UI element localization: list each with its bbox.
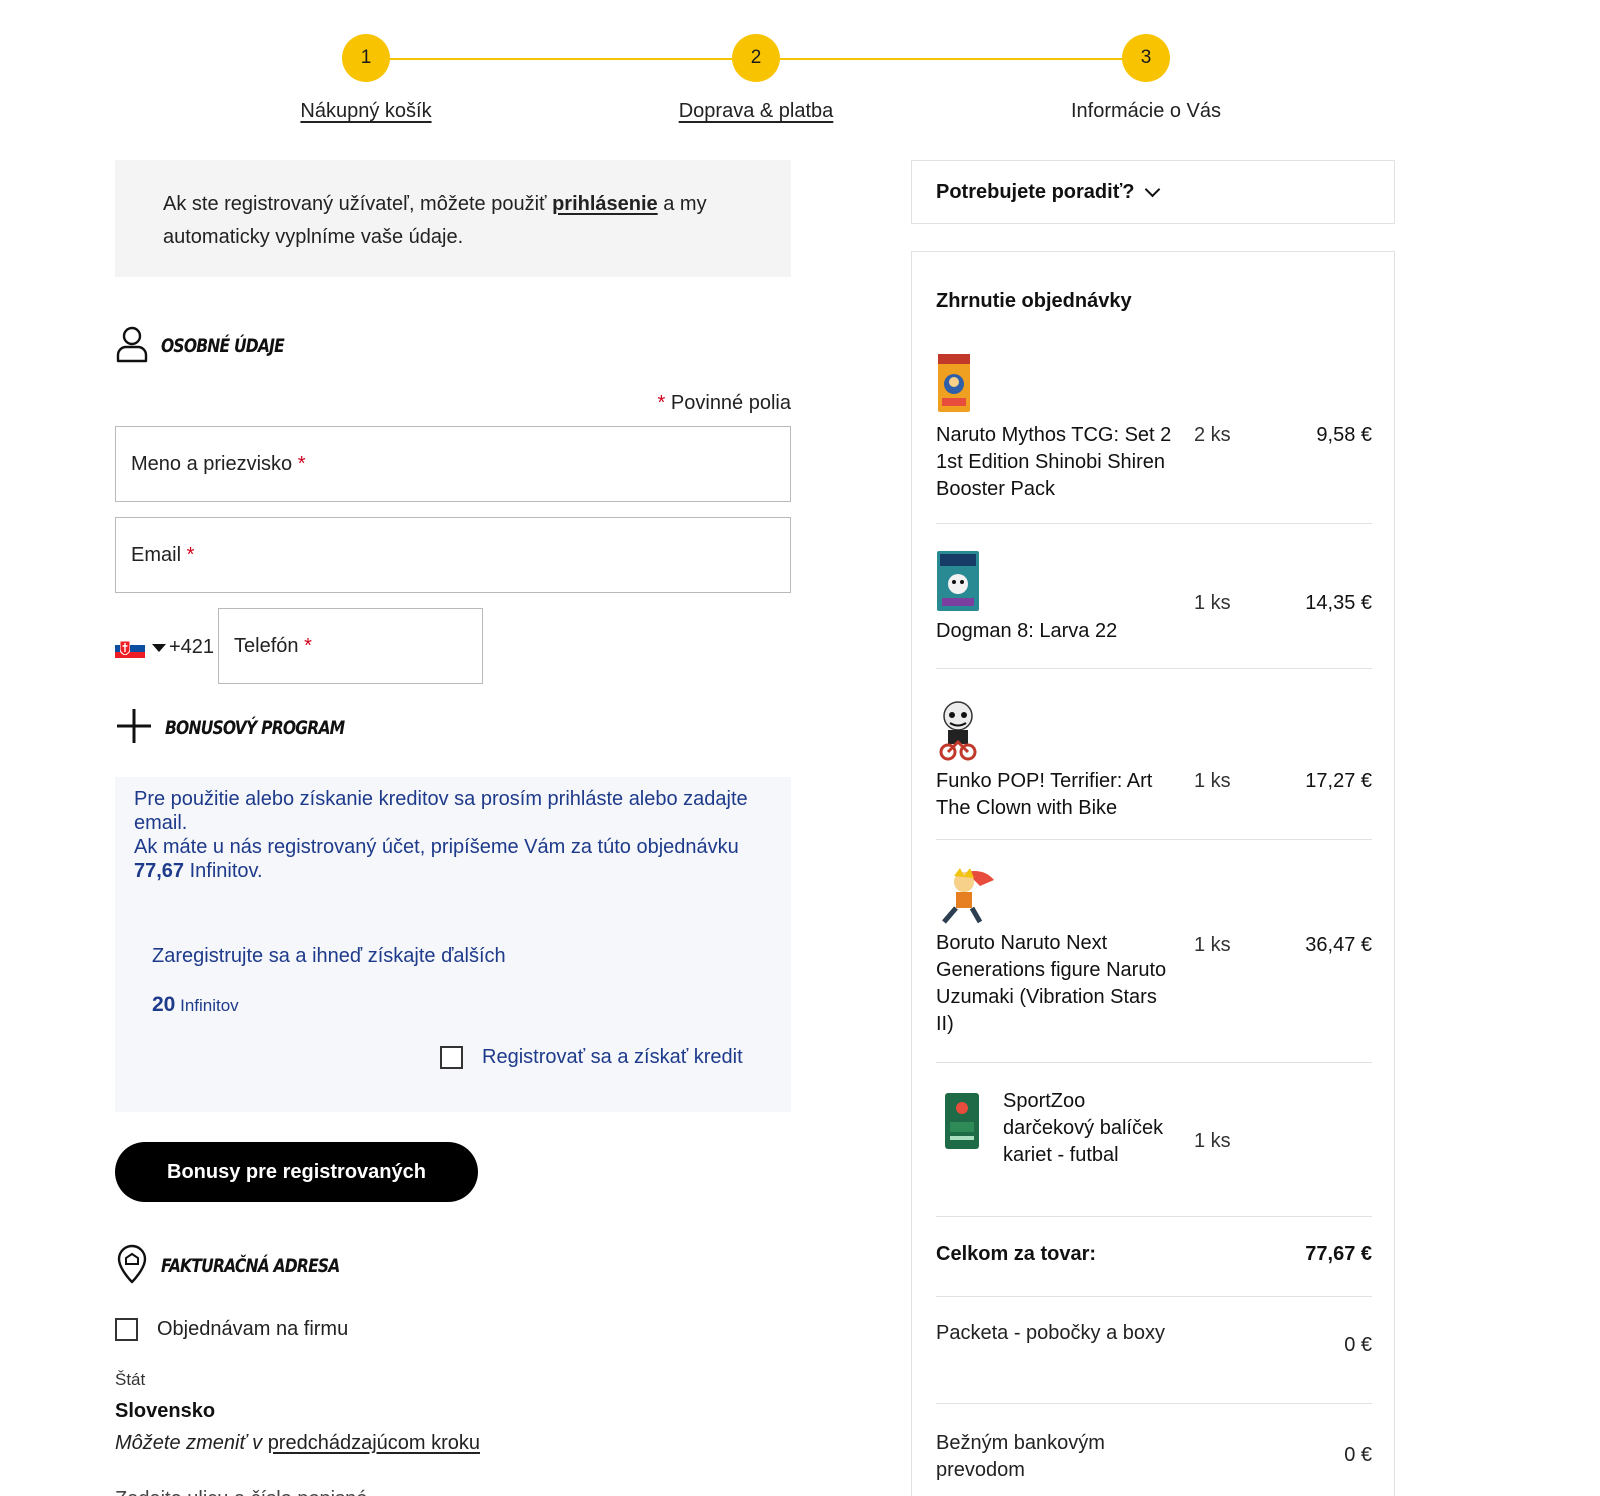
divider	[936, 1296, 1372, 1297]
email-field[interactable]: Email *	[115, 517, 791, 593]
register-bonus-text: Zaregistrujte sa a ihneď získajte ďalšíc…	[152, 945, 506, 967]
summary-item-qty: 2 ks	[1194, 424, 1231, 446]
state-label: Štát	[115, 1370, 146, 1389]
payment-row: Bežným bankovým prevodom 0 €	[936, 1430, 1372, 1484]
divider	[936, 839, 1372, 840]
login-notice-text: Ak ste registrovaný užívateľ, môžete pou…	[163, 193, 553, 215]
state-value: Slovensko	[115, 1400, 216, 1422]
phone-field-placeholder: Telefón	[234, 634, 299, 657]
shipping-label: Packeta - pobočky a boxy	[936, 1322, 1166, 1344]
billing-title: Fakturačná adresa	[161, 1255, 340, 1277]
company-order-checkbox[interactable]: Objednávam na firmu	[115, 1318, 348, 1341]
state-hint: Môžete zmeniť v predchádzajúcom kroku	[115, 1432, 481, 1454]
checkbox[interactable]	[440, 1046, 463, 1069]
personal-title: Osobné údaje	[161, 335, 285, 357]
step-1-circle[interactable]: 1	[342, 34, 390, 82]
bonus-earn-amount: 77,67	[134, 860, 185, 882]
divider	[936, 668, 1372, 669]
payment-label: Bežným bankovým prevodom	[936, 1432, 1105, 1481]
bonus-info-box: Pre použitie alebo získanie kreditov sa …	[115, 777, 791, 1112]
divider	[936, 523, 1372, 524]
slovakia-flag-icon	[115, 637, 145, 658]
user-icon	[115, 325, 149, 368]
street-field-label: Zadajte ulicu a číslo popisné	[115, 1488, 367, 1496]
summary-item-name[interactable]: SportZoo darčekový balíček kariet - futb…	[936, 1088, 1176, 1169]
summary-item-price: 36,47 €	[1305, 934, 1372, 956]
location-pin-icon	[115, 1244, 149, 1289]
help-dropdown[interactable]: Potrebujete poradiť?	[911, 160, 1395, 224]
summary-item-name[interactable]: Boruto Naruto Next Generations figure Na…	[936, 930, 1176, 1038]
chevron-down-icon	[1144, 181, 1160, 197]
checkout-stepper: 1 Nákupný košík 2 Doprava & platba 3 Inf…	[0, 0, 1600, 140]
name-field[interactable]: Meno a priezvisko *	[115, 426, 791, 502]
required-note: * Povinné polia	[657, 392, 791, 414]
help-label: Potrebujete poradiť?	[936, 180, 1135, 203]
chevron-down-icon	[152, 643, 166, 652]
email-field-placeholder: Email	[131, 543, 182, 566]
summary-item: SportZoo darčekový balíček kariet - futb…	[936, 1088, 1372, 1228]
phone-country-select[interactable]: +421	[115, 636, 214, 659]
summary-item: Dogman 8: Larva 22 1 ks 14,35 €	[936, 550, 1372, 650]
previous-step-link[interactable]: predchádzajúcom kroku	[268, 1432, 480, 1454]
summary-item-qty: 1 ks	[1194, 934, 1231, 956]
divider	[936, 1216, 1372, 1217]
summary-item-price: 9,58 €	[1316, 424, 1372, 446]
name-field-placeholder: Meno a priezvisko	[131, 452, 293, 475]
register-credit-checkbox[interactable]: Registrovať sa a získať kredit	[440, 1046, 743, 1069]
login-notice: Ak ste registrovaný užívateľ, môžete pou…	[115, 160, 791, 277]
order-summary: Zhrnutie objednávky Naruto Mythos TCG: S…	[911, 251, 1395, 1496]
summary-item-qty: 1 ks	[1194, 770, 1231, 792]
shipping-value: 0 €	[1344, 1334, 1372, 1356]
summary-item: Naruto Mythos TCG: Set 2 1st Edition Shi…	[936, 352, 1372, 500]
product-thumbnail	[936, 864, 998, 931]
register-bonus-amount: 20 Infinitov	[152, 993, 239, 1016]
payment-value: 0 €	[1344, 1444, 1372, 1466]
bonuses-for-registered-button[interactable]: Bonusy pre registrovaných	[115, 1142, 478, 1202]
step-connector	[780, 58, 1122, 60]
product-thumbnail	[936, 698, 980, 767]
divider	[936, 1062, 1372, 1063]
personal-section-title: Osobné údaje	[115, 326, 311, 366]
summary-item: Boruto Naruto Next Generations figure Na…	[936, 864, 1372, 1044]
total-value: 77,67 €	[1305, 1243, 1372, 1265]
checkbox[interactable]	[115, 1318, 138, 1341]
total-label: Celkom za tovar:	[936, 1243, 1097, 1265]
bonus-info-text: Pre použitie alebo získanie kreditov sa …	[134, 788, 748, 882]
bonus-title: Bonusový program	[165, 717, 345, 739]
step-2-circle[interactable]: 2	[732, 34, 780, 82]
divider	[936, 1403, 1372, 1404]
summary-title: Zhrnutie objednávky	[936, 290, 1132, 312]
summary-item-name[interactable]: Naruto Mythos TCG: Set 2 1st Edition Shi…	[936, 422, 1176, 503]
step-3-circle: 3	[1122, 34, 1170, 82]
bonus-section-title[interactable]: Bonusový program	[115, 708, 384, 748]
phone-prefix: +421	[169, 636, 215, 658]
billing-section-title: Fakturačná adresa	[115, 1244, 379, 1289]
summary-item-name[interactable]: Funko POP! Terrifier: Art The Clown with…	[936, 768, 1176, 822]
login-link[interactable]: prihlásenie	[552, 193, 658, 215]
summary-item-price: 17,27 €	[1305, 770, 1372, 792]
shipping-row: Packeta - pobočky a boxy 0 €	[936, 1320, 1372, 1356]
register-credit-label: Registrovať sa a získať kredit	[482, 1046, 743, 1068]
product-thumbnail	[936, 550, 980, 617]
step-connector	[390, 58, 732, 60]
step-1-label[interactable]: Nákupný košík	[216, 100, 516, 123]
summary-item-qty: 1 ks	[1194, 1130, 1231, 1152]
company-order-label: Objednávam na firmu	[157, 1318, 349, 1340]
summary-item-name[interactable]: Dogman 8: Larva 22	[936, 618, 1176, 645]
phone-field[interactable]: Telefón *	[218, 608, 483, 684]
total-row: Celkom za tovar: 77,67 €	[936, 1243, 1372, 1266]
step-3-label: Informácie o Vás	[1070, 100, 1222, 122]
step-2-label[interactable]: Doprava & platba	[606, 100, 906, 123]
summary-item-price: 14,35 €	[1305, 592, 1372, 614]
product-thumbnail	[936, 352, 972, 419]
summary-item: Funko POP! Terrifier: Art The Clown with…	[936, 698, 1372, 838]
plus-icon[interactable]	[115, 707, 153, 750]
summary-item-qty: 1 ks	[1194, 592, 1231, 614]
